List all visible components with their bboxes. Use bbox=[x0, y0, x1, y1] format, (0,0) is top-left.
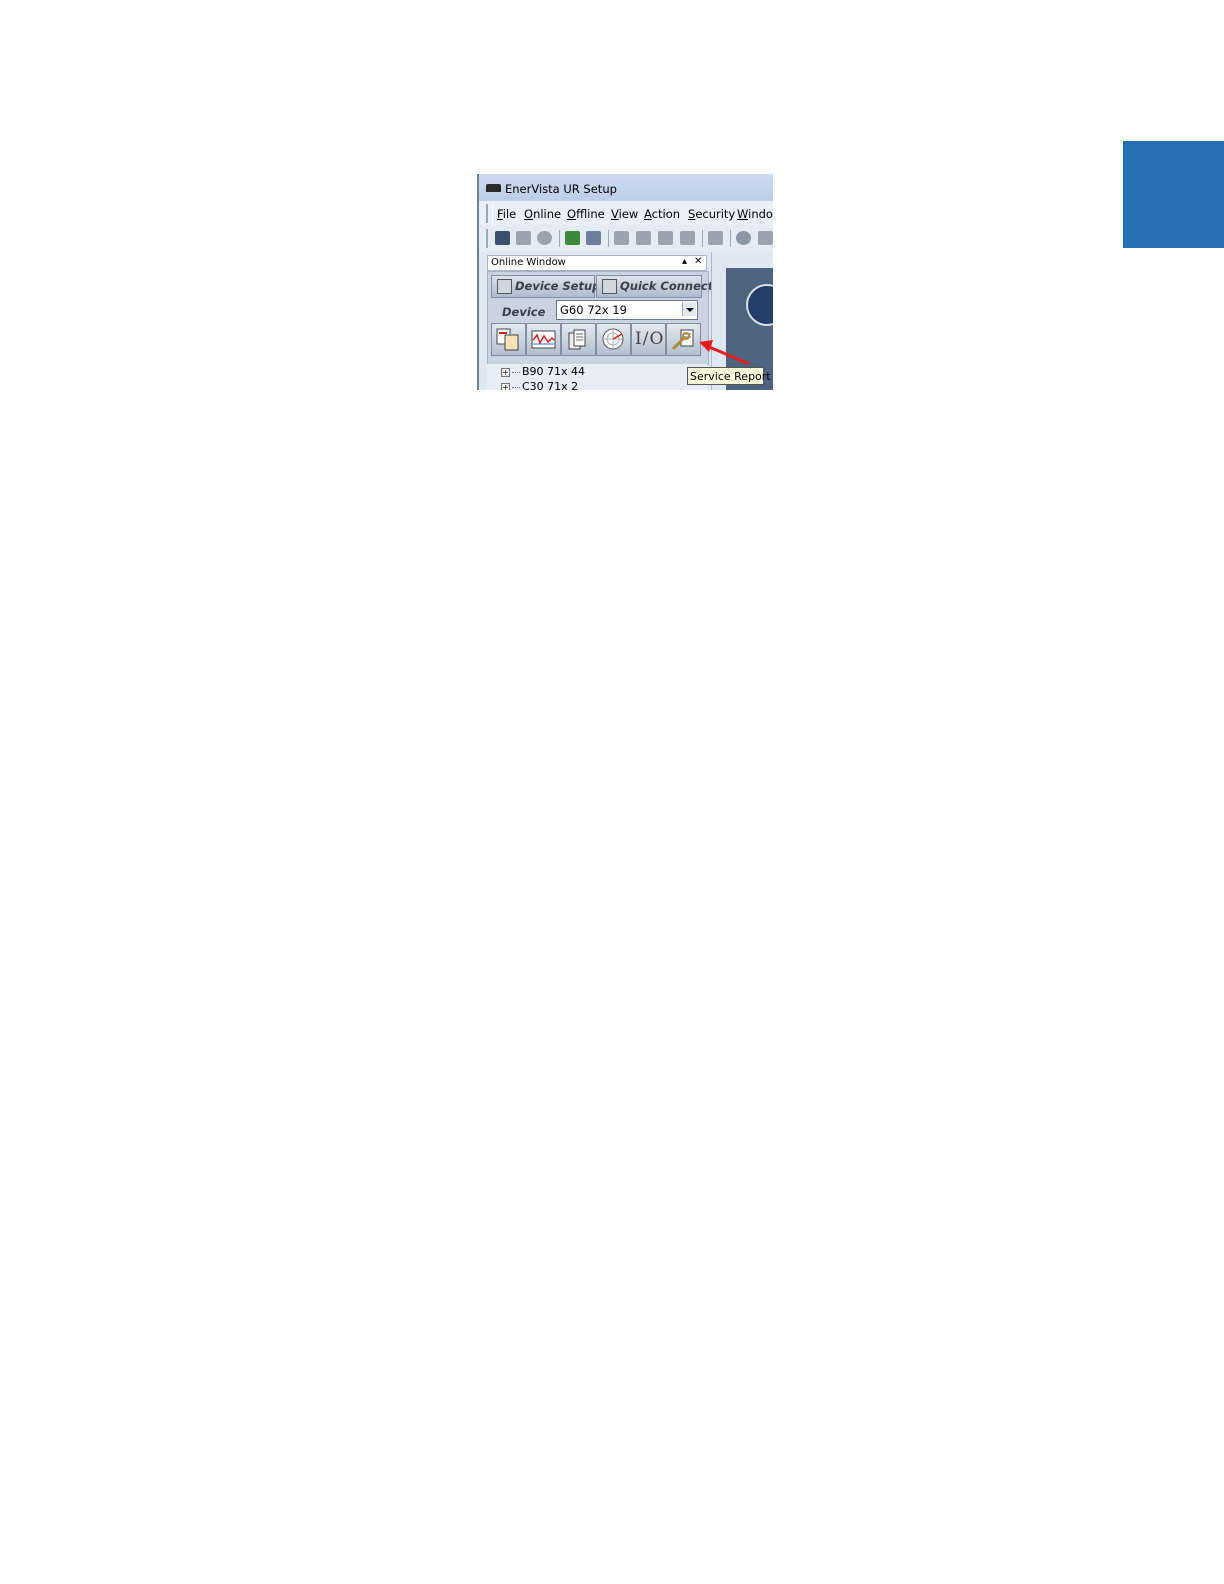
chevron-down-icon[interactable] bbox=[682, 302, 696, 316]
write-settings-icon[interactable] bbox=[636, 231, 651, 245]
tree-connector bbox=[512, 371, 520, 373]
device-tree: + B90 71x 44 + C30 71x 2 bbox=[487, 364, 707, 390]
pin-icon[interactable]: ▴ bbox=[682, 256, 687, 267]
play-icon[interactable] bbox=[758, 231, 773, 245]
device-dropdown[interactable]: G60 72x 19 bbox=[556, 300, 698, 320]
tree-connector bbox=[512, 386, 520, 388]
documents-icon bbox=[568, 329, 586, 350]
toolbar-separator bbox=[730, 230, 731, 247]
enervista-screenshot: EnerVista UR Setup File Online Offline V… bbox=[479, 174, 773, 390]
print-icon[interactable] bbox=[537, 231, 552, 245]
settings-compare-icon bbox=[496, 328, 519, 351]
menu-action[interactable]: Action bbox=[644, 207, 680, 221]
chapter-side-tab bbox=[1123, 141, 1224, 248]
menu-file[interactable]: File bbox=[497, 207, 516, 221]
quick-connect-icon bbox=[602, 279, 617, 294]
toolbar-grip-handle[interactable] bbox=[486, 229, 491, 248]
toolbar-separator bbox=[702, 230, 703, 247]
tree-item[interactable]: + B90 71x 44 bbox=[501, 365, 585, 378]
io-button[interactable]: I/O bbox=[631, 323, 666, 356]
phasor-diagram-button[interactable] bbox=[596, 323, 631, 356]
expand-icon[interactable]: + bbox=[501, 367, 510, 377]
device-dropdown-value: G60 72x 19 bbox=[560, 303, 627, 317]
tooltip: Service Report bbox=[687, 367, 771, 385]
quick-connect-button[interactable]: Quick Connect bbox=[596, 275, 713, 298]
quick-connect-label: Quick Connect bbox=[620, 279, 714, 293]
settings-compare-button[interactable] bbox=[491, 323, 526, 356]
online-window-title: Online Window bbox=[491, 257, 566, 268]
waveform-icon bbox=[531, 330, 556, 349]
tooltip-text: Service Report bbox=[690, 370, 771, 383]
menu-bar: File Online Offline View Action Security… bbox=[479, 201, 773, 225]
compare-settings-icon[interactable] bbox=[658, 231, 673, 245]
device-setup-label: Device Setup bbox=[515, 279, 601, 293]
toolbar-separator bbox=[559, 230, 560, 247]
close-icon[interactable]: ✕ bbox=[694, 256, 702, 267]
device-setup-button[interactable]: Device Setup bbox=[491, 275, 600, 298]
toolbar-separator bbox=[608, 230, 609, 247]
menu-view[interactable]: View bbox=[611, 207, 638, 221]
tree-item[interactable]: + C30 71x 2 bbox=[501, 380, 578, 390]
documents-button[interactable] bbox=[561, 323, 596, 356]
toolbar bbox=[479, 225, 773, 252]
app-icon bbox=[486, 184, 501, 192]
connect-icon[interactable] bbox=[565, 231, 580, 245]
refresh-icon[interactable] bbox=[708, 231, 723, 245]
tree-item-label: B90 71x 44 bbox=[522, 365, 586, 378]
expand-icon[interactable]: + bbox=[501, 382, 510, 390]
phasor-diagram-icon bbox=[602, 328, 624, 350]
open-folder-icon[interactable] bbox=[495, 231, 510, 245]
waveform-button[interactable] bbox=[526, 323, 561, 356]
title-bar: EnerVista UR Setup bbox=[479, 174, 773, 201]
menu-offline[interactable]: Offline bbox=[567, 207, 605, 221]
window-title: EnerVista UR Setup bbox=[505, 182, 617, 196]
export-settings-icon[interactable] bbox=[680, 231, 695, 245]
read-settings-icon[interactable] bbox=[614, 231, 629, 245]
menu-window[interactable]: Window bbox=[737, 207, 773, 221]
service-report-icon bbox=[671, 329, 694, 351]
online-window-panel: Device Setup Quick Connect Device G60 72… bbox=[487, 271, 713, 365]
save-icon[interactable] bbox=[516, 231, 531, 245]
online-window-header: Online Window ▴ ✕ bbox=[487, 255, 707, 271]
menu-online[interactable]: Online bbox=[524, 207, 561, 221]
device-setup-icon bbox=[497, 279, 512, 294]
menu-grip-handle[interactable] bbox=[486, 204, 493, 223]
ge-logo bbox=[746, 284, 773, 326]
zoom-icon[interactable] bbox=[736, 231, 751, 245]
tree-item-label: C30 71x 2 bbox=[522, 380, 579, 390]
menu-security[interactable]: Security bbox=[688, 207, 735, 221]
disconnect-icon[interactable] bbox=[586, 231, 601, 245]
io-icon: I/O bbox=[635, 329, 665, 349]
arrow-pointer-icon bbox=[699, 340, 750, 366]
device-label: Device bbox=[502, 305, 546, 319]
